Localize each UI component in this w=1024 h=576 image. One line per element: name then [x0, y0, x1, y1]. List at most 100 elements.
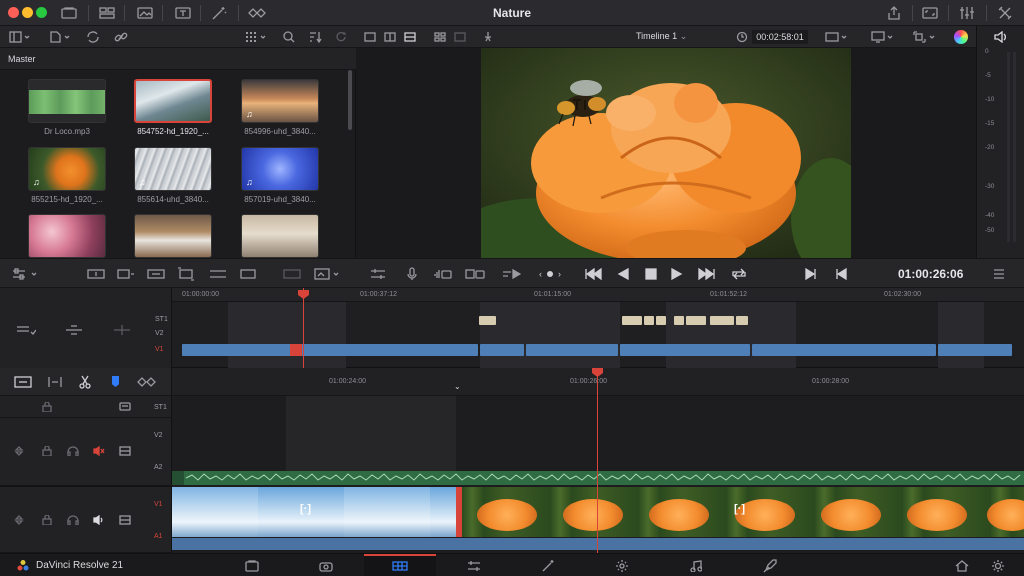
video-clip[interactable] [620, 344, 750, 356]
settings-gear-icon[interactable] [990, 558, 1006, 574]
dynamic-zoom-icon[interactable]: [·] [300, 503, 311, 515]
audio-clip-a1[interactable] [172, 538, 1024, 550]
search-icon[interactable] [280, 29, 298, 45]
audio-adjust-icon[interactable] [368, 266, 388, 282]
timeline-viewer[interactable] [356, 48, 976, 258]
headphones-icon[interactable] [66, 513, 80, 527]
voiceover-mic-icon[interactable] [402, 266, 422, 282]
page-tab-music[interactable] [660, 554, 732, 576]
dynamic-zoom-icon[interactable]: [·] [734, 503, 745, 515]
speaker-volume-icon[interactable] [993, 30, 1009, 44]
inspector-tools-icon[interactable] [994, 4, 1016, 22]
sync-icon[interactable] [84, 29, 102, 45]
prev-edit-marker-icon[interactable] [802, 266, 820, 282]
media-clip[interactable] [241, 214, 319, 258]
effects-library-icon[interactable] [96, 4, 118, 22]
media-clip[interactable]: ♫ 855215-hd_1920_... [28, 147, 106, 204]
shuttle-control[interactable]: ‹ › [530, 266, 570, 282]
fullscreen-viewer-icon[interactable] [920, 4, 940, 22]
link-icon[interactable] [112, 29, 130, 45]
stop-icon[interactable] [642, 266, 660, 282]
media-pool-toggle-icon[interactable] [58, 4, 80, 22]
track-visibility-icon[interactable] [118, 513, 132, 527]
media-clip[interactable]: ♫ 855614-uhd_3840... [134, 147, 212, 204]
skip-to-end-icon[interactable] [696, 266, 718, 282]
video-clip-v1[interactable]: [·] [·] [172, 487, 1024, 537]
lower-timeline[interactable]: 01:00:24:00 01:00:26:00 01:00:28:00 ⌄ ST… [0, 368, 1024, 553]
video-poi-icon[interactable] [464, 266, 486, 282]
sort-icon[interactable] [306, 29, 324, 45]
mixer-icon[interactable] [956, 4, 978, 22]
upper-timeline[interactable]: ST1 V2 V1 01:00:00:00 01:00:37:12 01:01:… [0, 288, 1024, 368]
close-window-button[interactable] [8, 7, 19, 18]
fit-timeline-icon[interactable] [12, 374, 34, 390]
page-tab-deliver[interactable] [734, 554, 806, 576]
grid-layout-icon[interactable] [432, 29, 448, 45]
audio-poi-icon[interactable] [432, 266, 454, 282]
replace-clip-icon[interactable] [282, 266, 302, 282]
filmstrip-icon[interactable] [452, 29, 468, 45]
razor-scissors-icon[interactable] [76, 374, 94, 390]
share-icon[interactable] [884, 4, 904, 22]
transform-overlay-icon[interactable] [910, 29, 940, 45]
viewer-size-icon[interactable] [822, 29, 852, 45]
media-pool-scrollbar[interactable] [348, 70, 352, 130]
track-visibility-icon[interactable] [118, 444, 132, 458]
import-media-icon[interactable] [46, 29, 74, 45]
dual-viewer-icon[interactable] [382, 29, 398, 45]
muted-speaker-icon[interactable] [92, 444, 106, 458]
page-tab-media[interactable] [216, 554, 288, 576]
home-icon[interactable] [954, 558, 970, 574]
subtitle-clip[interactable] [622, 316, 642, 325]
upper-playhead[interactable] [303, 288, 304, 368]
lower-playhead[interactable] [597, 368, 598, 553]
video-clip[interactable] [526, 344, 618, 356]
media-clip[interactable]: 854752-hd_1920_... [134, 79, 212, 136]
marker-icon[interactable] [112, 376, 119, 387]
color-wheel-icon[interactable] [954, 30, 968, 44]
track-move-icon[interactable] [12, 444, 26, 458]
output-monitor-icon[interactable] [868, 29, 898, 45]
titles-icon[interactable] [172, 4, 194, 22]
track-height-icon[interactable] [14, 322, 38, 338]
video-clip[interactable] [752, 344, 936, 356]
subtitle-clip[interactable] [686, 316, 706, 325]
page-tab-cut[interactable] [290, 554, 362, 576]
play-icon[interactable] [668, 266, 686, 282]
skip-to-start-icon[interactable] [582, 266, 604, 282]
ripple-overwrite-icon[interactable] [146, 266, 166, 282]
page-tab-fusion[interactable] [438, 554, 510, 576]
video-clip[interactable] [938, 344, 1012, 356]
zoom-window-button[interactable] [36, 7, 47, 18]
subtitle-clip[interactable] [479, 316, 496, 325]
subtitle-clip[interactable] [644, 316, 654, 325]
video-clip[interactable] [480, 344, 524, 356]
flag-clip-icon[interactable] [136, 374, 158, 390]
sidebar-toggle-icon[interactable] [6, 29, 34, 45]
lock-icon[interactable] [40, 513, 54, 527]
thumbnail-view-icon[interactable] [240, 29, 272, 45]
page-tab-color[interactable] [512, 554, 584, 576]
picture-in-picture-icon[interactable] [312, 266, 344, 282]
timeline-selector[interactable]: Timeline 1 ⌄ [636, 31, 687, 42]
media-clip[interactable] [28, 214, 106, 258]
track-move-icon[interactable] [12, 513, 26, 527]
effects-wand-icon[interactable] [208, 4, 230, 22]
subtitle-toggle-icon[interactable] [118, 400, 132, 414]
align-tracks-icon[interactable] [64, 322, 84, 338]
speaker-icon[interactable] [92, 513, 106, 527]
subtitle-clip[interactable] [656, 316, 666, 325]
trim-edit-icon[interactable] [44, 374, 66, 390]
menu-icon[interactable] [990, 266, 1008, 282]
edit-index-icon[interactable] [134, 4, 156, 22]
refresh-icon[interactable] [332, 29, 350, 45]
timeline-view-options-icon[interactable] [10, 266, 42, 282]
media-clip[interactable]: ♫ 857019-uhd_3840... [241, 147, 319, 204]
close-up-icon[interactable] [176, 266, 196, 282]
cinema-viewer-icon[interactable] [480, 29, 496, 45]
zoom-tracks-icon[interactable] [112, 322, 132, 338]
subtitle-clip[interactable] [710, 316, 734, 325]
media-clip[interactable]: ♫ 854996-uhd_3840... [241, 79, 319, 136]
place-on-top-icon[interactable] [208, 266, 228, 282]
page-tab-fairlight[interactable] [586, 554, 658, 576]
